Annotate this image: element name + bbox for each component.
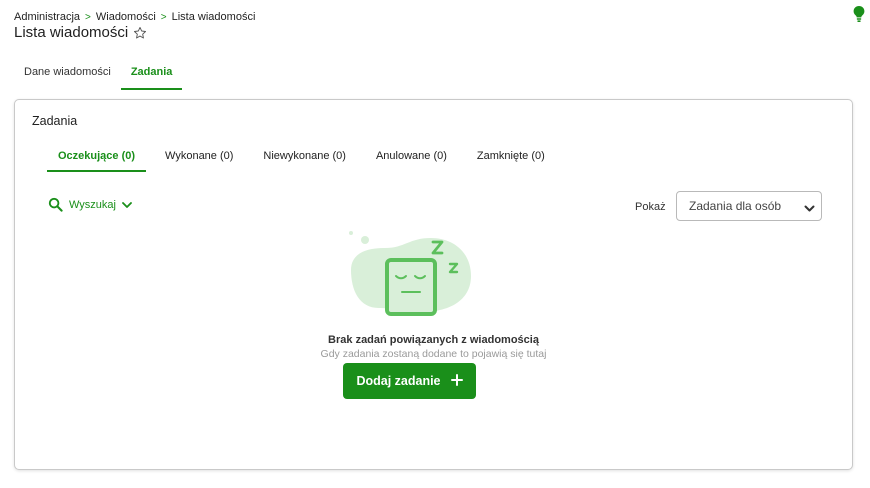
filter-select[interactable]: Zadania dla osób: [676, 191, 822, 221]
card-title: Zadania: [32, 114, 78, 128]
add-task-button-label: Dodaj zadanie: [356, 374, 441, 388]
tab-wykonane[interactable]: Wykonane (0): [154, 144, 244, 172]
star-outline-icon[interactable]: [133, 26, 147, 40]
breadcrumb-item-administracja[interactable]: Administracja: [14, 11, 80, 23]
task-status-tabs: Oczekujące (0) Wykonane (0) Niewykonane …: [47, 144, 564, 172]
search-toggle-label: Wyszukaj: [69, 198, 116, 211]
breadcrumb-item-current: Lista wiadomości: [171, 11, 256, 23]
plus-icon: [450, 373, 463, 389]
search-toggle-button[interactable]: Wyszukaj: [48, 197, 132, 212]
breadcrumb: Administracja > Wiadomości > Lista wiadomośc…: [14, 11, 255, 23]
tab-dane-wiadomosci[interactable]: Dane wiadomości: [14, 58, 121, 90]
page-title-row: Lista wiadomości: [14, 24, 147, 41]
tab-oczekujace[interactable]: Oczekujące (0): [47, 144, 147, 172]
empty-state-subtitle: Gdy zadania zostaną dodane to pojawią si…: [320, 348, 547, 360]
sleeping-box-icon: [337, 228, 477, 320]
breadcrumb-separator: >: [160, 12, 167, 23]
filter-select-value: Zadania dla osób: [689, 199, 782, 213]
filter-label: Pokaż: [635, 201, 666, 213]
tab-zadania[interactable]: Zadania: [120, 58, 183, 90]
top-tabs: Dane wiadomości Zadania: [14, 58, 182, 90]
breadcrumb-separator: >: [85, 12, 91, 23]
tab-zamkniete[interactable]: Zamknięte (0): [466, 144, 556, 172]
search-icon: [48, 197, 63, 212]
empty-state-title: Brak zadań powiązanych z wiadomością: [328, 334, 539, 346]
breadcrumb-item-wiadomosci[interactable]: Wiadomości: [96, 11, 156, 23]
lightbulb-icon[interactable]: [852, 5, 866, 23]
add-task-button[interactable]: Dodaj zadanie: [343, 363, 476, 399]
tab-niewykonane[interactable]: Niewykonane (0): [252, 144, 357, 172]
page-title: Lista wiadomości: [14, 24, 129, 41]
chevron-down-icon: [804, 202, 815, 216]
chevron-down-icon: [122, 201, 132, 209]
tasks-card: Zadania Oczekujące (0) Wykonane (0) Niew…: [14, 99, 853, 470]
tab-anulowane[interactable]: Anulowane (0): [365, 144, 458, 172]
